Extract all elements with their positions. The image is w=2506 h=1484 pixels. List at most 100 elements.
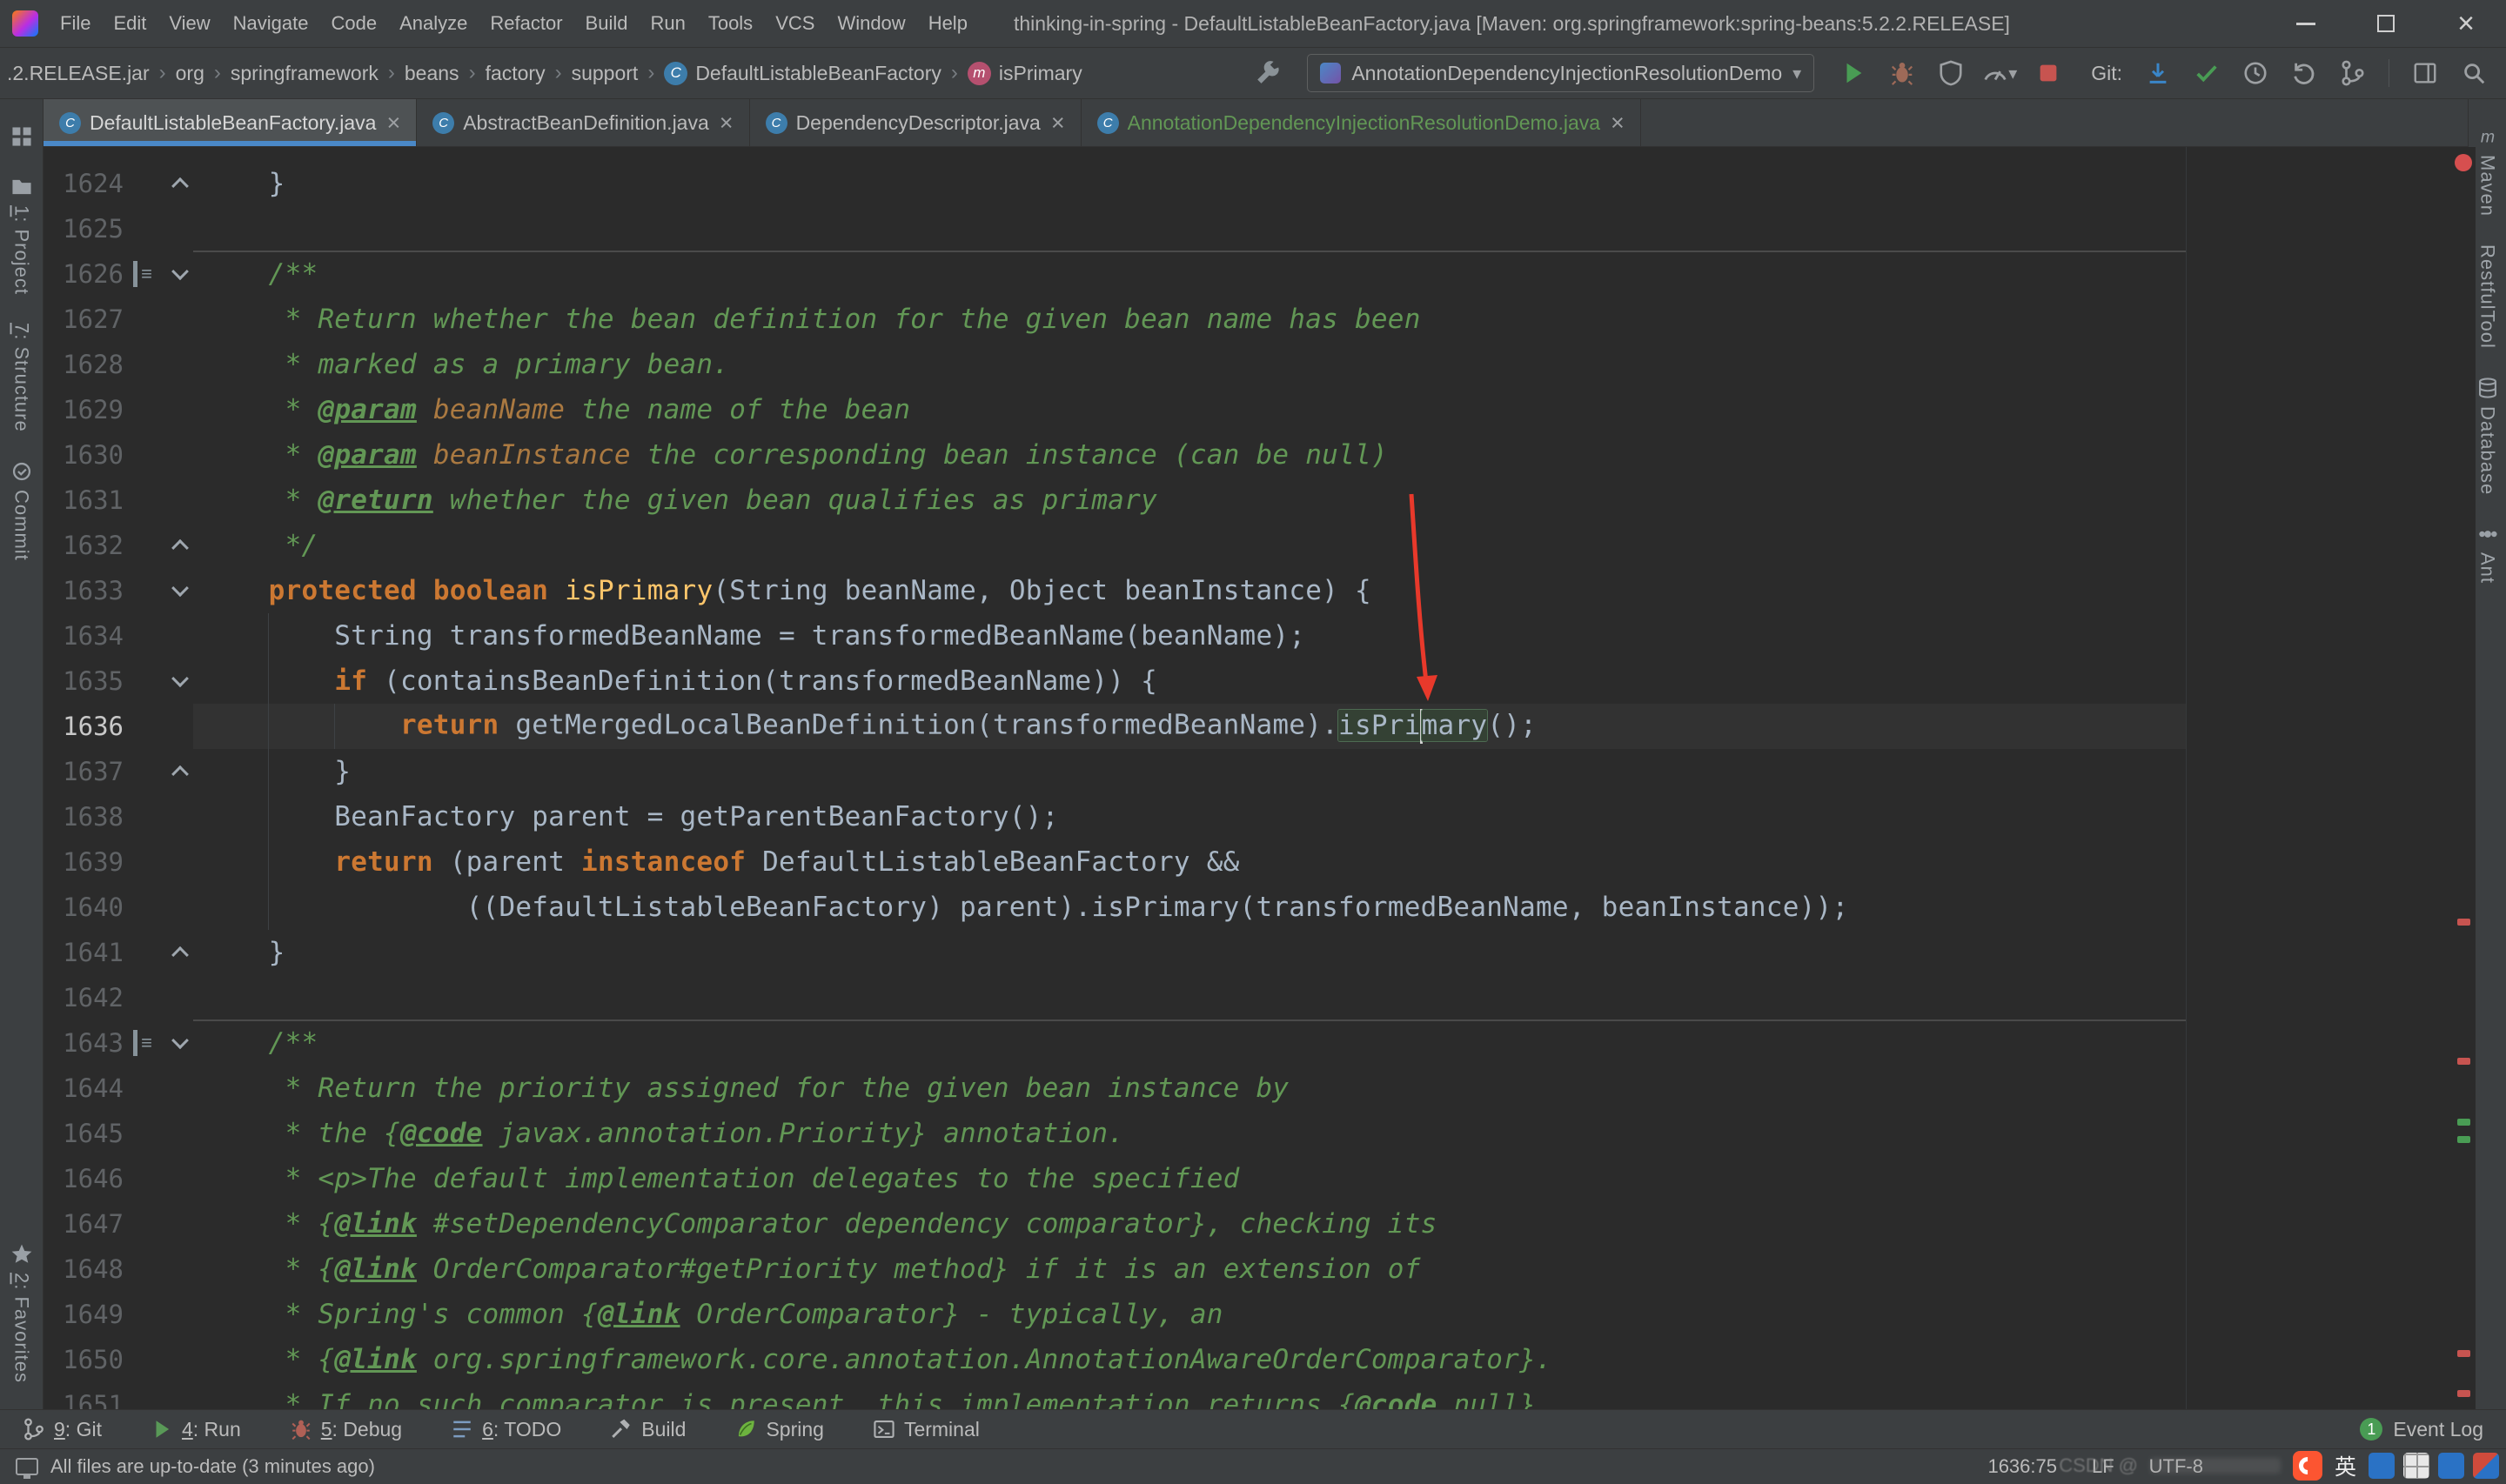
line-number[interactable]: 1651: [44, 1390, 124, 1409]
code-text[interactable]: */: [198, 530, 318, 561]
code-line[interactable]: 1634 String transformedBeanName = transf…: [44, 613, 2453, 658]
inspections-settings-button[interactable]: [1246, 54, 1290, 92]
line-number[interactable]: 1643: [44, 1028, 124, 1058]
line-number[interactable]: 1639: [44, 847, 124, 877]
line-number[interactable]: 1642: [44, 983, 124, 1013]
tool-window-button-project[interactable]: 1: Project: [10, 176, 33, 295]
code-text[interactable]: * @param beanName the name of the bean: [198, 394, 910, 425]
menu-run[interactable]: Run: [639, 0, 696, 47]
line-number[interactable]: 1636: [44, 712, 124, 741]
toolwindow-switcher-icon[interactable]: [16, 1458, 38, 1475]
tool-window-button-terminal[interactable]: Terminal: [873, 1418, 980, 1441]
code-text[interactable]: ((DefaultListableBeanFactory) parent).is…: [198, 892, 1848, 923]
debug-button[interactable]: [1880, 54, 1924, 92]
code-text[interactable]: * @return whether the given bean qualifi…: [198, 485, 1157, 516]
code-text[interactable]: /**: [198, 1027, 318, 1059]
menu-window[interactable]: Window: [826, 0, 916, 47]
tool-window-button-debug[interactable]: 5: Debug: [290, 1418, 402, 1441]
line-number[interactable]: 1646: [44, 1164, 124, 1193]
line-number[interactable]: 1631: [44, 485, 124, 515]
code-line[interactable]: 1625: [44, 206, 2453, 251]
code-text[interactable]: * @param beanInstance the corresponding …: [198, 439, 1388, 471]
run-button[interactable]: [1832, 54, 1875, 92]
menu-help[interactable]: Help: [917, 0, 979, 47]
code-text[interactable]: * the {@code javax.annotation.Priority} …: [198, 1118, 1124, 1149]
line-number[interactable]: 1640: [44, 892, 124, 922]
code-text[interactable]: }: [198, 756, 351, 787]
menu-file[interactable]: File: [49, 0, 102, 47]
ok-stripe-mark[interactable]: [2457, 1119, 2470, 1126]
stop-button[interactable]: [2027, 54, 2070, 92]
inspections-badge[interactable]: [2455, 154, 2472, 171]
code-line[interactable]: 1624 }: [44, 161, 2453, 206]
line-number[interactable]: 1648: [44, 1254, 124, 1284]
code-text[interactable]: * Return the priority assigned for the g…: [198, 1073, 1289, 1104]
line-number[interactable]: 1641: [44, 938, 124, 967]
line-number[interactable]: 1635: [44, 666, 124, 696]
code-line[interactable]: 1630 * @param beanInstance the correspon…: [44, 432, 2453, 478]
code-text[interactable]: protected boolean isPrimary(String beanN…: [198, 575, 1371, 606]
editor-tab[interactable]: CAbstractBeanDefinition.java×: [417, 99, 749, 146]
code-line[interactable]: 1637 }: [44, 749, 2453, 794]
code-line[interactable]: 1643≡ /**: [44, 1020, 2453, 1066]
breadcrumb-item[interactable]: org: [176, 62, 204, 85]
run-with-coverage-button[interactable]: [1929, 54, 1973, 92]
run-configuration-select[interactable]: AnnotationDependencyInjectionResolutionD…: [1307, 54, 1814, 92]
code-text[interactable]: }: [198, 168, 285, 199]
ok-stripe-mark[interactable]: [2457, 1136, 2470, 1143]
git-branches-button[interactable]: [2331, 54, 2375, 92]
close-icon[interactable]: ×: [386, 111, 400, 135]
line-number[interactable]: 1626: [44, 259, 124, 289]
code-line[interactable]: 1641 }: [44, 930, 2453, 975]
breadcrumb-item[interactable]: beans: [405, 62, 459, 85]
code-line[interactable]: 1632 */: [44, 523, 2453, 568]
tool-window-button-maven[interactable]: mMaven: [2476, 125, 2499, 217]
menu-view[interactable]: View: [157, 0, 221, 47]
profiler-button[interactable]: ▾: [1978, 54, 2021, 92]
code-line[interactable]: 1626≡ /**: [44, 251, 2453, 297]
close-icon[interactable]: ×: [1051, 111, 1065, 135]
line-number[interactable]: 1627: [44, 304, 124, 334]
caret-position[interactable]: 1636:75: [1987, 1455, 2057, 1478]
menu-code[interactable]: Code: [320, 0, 389, 47]
fold-down-icon[interactable]: [171, 1032, 189, 1049]
fold-up-icon[interactable]: [171, 765, 189, 783]
code-line[interactable]: 1638 BeanFactory parent = getParentBeanF…: [44, 794, 2453, 839]
tool-window-button-spring[interactable]: Spring: [734, 1418, 823, 1441]
code-line[interactable]: 1627 * Return whether the bean definitio…: [44, 297, 2453, 342]
code-line[interactable]: 1645 * the {@code javax.annotation.Prior…: [44, 1111, 2453, 1156]
breadcrumb-item[interactable]: .2.RELEASE.jar: [7, 62, 150, 85]
minimize-button[interactable]: [2266, 0, 2346, 47]
code-line[interactable]: 1628 * marked as a primary bean.: [44, 342, 2453, 387]
fold-up-icon[interactable]: [171, 946, 189, 964]
line-number[interactable]: 1637: [44, 757, 124, 786]
editor-tab[interactable]: CAnnotationDependencyInjectionResolution…: [1082, 99, 1641, 146]
menu-vcs[interactable]: VCS: [764, 0, 826, 47]
editor-layout-button[interactable]: [2403, 54, 2447, 92]
breadcrumb-item[interactable]: factory: [486, 62, 546, 85]
breadcrumb-item[interactable]: support: [572, 62, 639, 85]
code-text[interactable]: * <p>The default implementation delegate…: [198, 1163, 1240, 1194]
fold-up-icon[interactable]: [171, 539, 189, 557]
tool-window-button-database[interactable]: Database: [2476, 377, 2499, 495]
code-line[interactable]: 1635 if (containsBeanDefinition(transfor…: [44, 658, 2453, 704]
code-line[interactable]: 1636 return getMergedLocalBeanDefinition…: [44, 704, 2453, 749]
line-number[interactable]: 1645: [44, 1119, 124, 1148]
line-number[interactable]: 1629: [44, 395, 124, 424]
code-text[interactable]: * Spring's common {@link OrderComparator…: [198, 1299, 1223, 1330]
tool-window-button-favorites[interactable]: 2: Favorites: [10, 1243, 33, 1383]
code-text[interactable]: * {@link org.springframework.core.annota…: [198, 1344, 1552, 1375]
code-line[interactable]: 1650 * {@link org.springframework.core.a…: [44, 1337, 2453, 1382]
line-number[interactable]: 1633: [44, 576, 124, 605]
code-line[interactable]: 1648 * {@link OrderComparator#getPriorit…: [44, 1247, 2453, 1292]
tool-window-button-ant[interactable]: Ant: [2476, 523, 2499, 584]
code-text[interactable]: String transformedBeanName = transformed…: [198, 620, 1305, 652]
tool-window-button-run[interactable]: 4: Run: [151, 1418, 241, 1441]
code-line[interactable]: 1640 ((DefaultListableBeanFactory) paren…: [44, 885, 2453, 930]
fold-up-icon[interactable]: [171, 177, 189, 195]
code-line[interactable]: 1633 protected boolean isPrimary(String …: [44, 568, 2453, 613]
code-line[interactable]: 1651 * If no such comparator is present,…: [44, 1382, 2453, 1409]
code-line[interactable]: 1639 return (parent instanceof DefaultLi…: [44, 839, 2453, 885]
code-text[interactable]: if (containsBeanDefinition(transformedBe…: [198, 665, 1157, 697]
code-line[interactable]: 1647 * {@link #setDependencyComparator d…: [44, 1201, 2453, 1247]
